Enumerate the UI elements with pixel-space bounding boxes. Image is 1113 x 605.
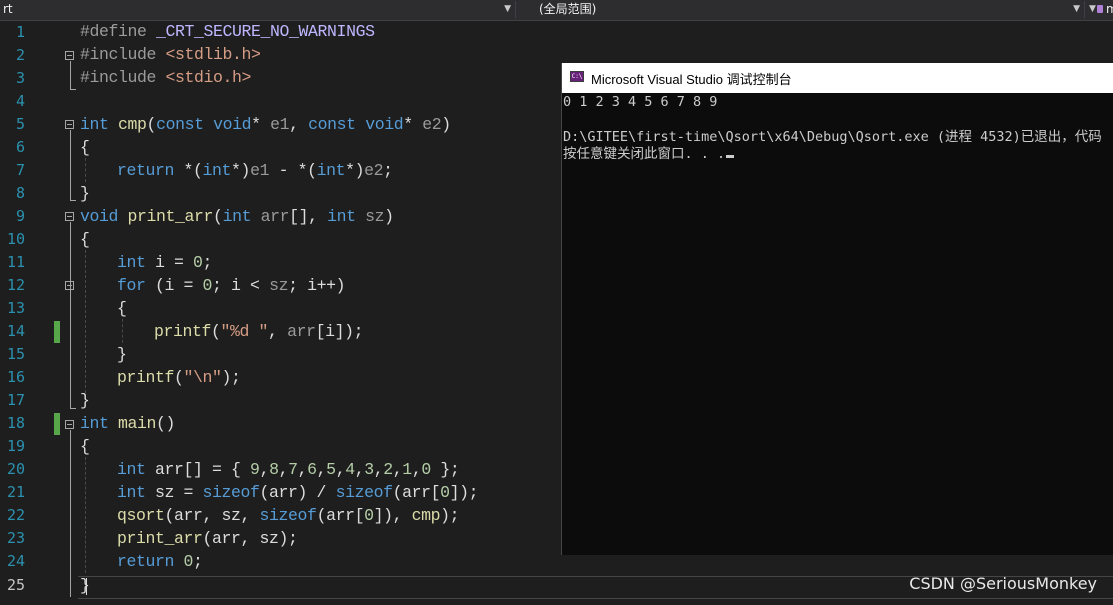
code-line: } (80, 391, 90, 410)
change-marker (54, 321, 60, 343)
member-icon (1097, 5, 1103, 13)
line-number: 24 (6, 552, 25, 570)
code-line: { (80, 230, 90, 249)
indent-guide (85, 158, 86, 182)
fold-toggle-cmp[interactable] (65, 120, 74, 129)
line-number: 19 (6, 437, 25, 455)
line-number: 15 (6, 345, 25, 363)
code-line: #define _CRT_SECURE_NO_WARNINGS (80, 22, 375, 41)
line-number: 13 (6, 299, 25, 317)
code-line: int sz = sizeof(arr) / sizeof(arr[0]); (117, 483, 479, 502)
line-number: 4 (15, 92, 25, 110)
code-line: printf("\n"); (117, 368, 241, 387)
line-number: 3 (15, 69, 25, 87)
line-number: 10 (6, 230, 25, 248)
code-line: qsort(arr, sz, sizeof(arr[0]), cmp); (117, 506, 460, 525)
navigation-bar: rt ▼ (全局范围) ▼ ▼ m (0, 0, 1113, 21)
change-marker (54, 413, 60, 435)
fold-toggle-print-arr[interactable] (65, 212, 74, 221)
code-line: int arr[] = { 9,8,7,6,5,4,3,2,1,0 }; (117, 460, 460, 479)
console-prompt-text: 按任意键关闭此窗口. . . (563, 146, 726, 162)
fold-guide (70, 130, 71, 201)
console-output-line: 按任意键关闭此窗口. . . (563, 142, 735, 162)
fold-guide-end (70, 408, 76, 409)
fold-guide-end (70, 200, 76, 201)
code-line: #include <stdio.h> (80, 68, 252, 87)
code-line: for (i = 0; i < sz; i++) (117, 276, 346, 295)
console-title: Microsoft Visual Studio 调试控制台 (591, 72, 792, 87)
code-line: void print_arr(int arr[], int sz) (80, 207, 394, 226)
debug-console-window[interactable]: C:\ Microsoft Visual Studio 调试控制台 0 1 2 … (561, 63, 1113, 555)
code-line: return *(int*)e1 - *(int*)e2; (117, 161, 393, 180)
line-number: 20 (6, 460, 25, 478)
code-line: #include <stdlib.h> (80, 45, 261, 64)
code-line: return 0; (117, 552, 203, 571)
fold-toggle-include[interactable] (65, 51, 74, 60)
line-number-current: 25 (6, 576, 25, 594)
code-line: } (80, 184, 90, 203)
fold-guide (70, 61, 71, 90)
console-titlebar[interactable]: C:\ Microsoft Visual Studio 调试控制台 (562, 63, 1113, 93)
chevron-down-icon: ▼ (1089, 4, 1096, 14)
code-line: printf("%d ", arr[i]); (154, 322, 364, 341)
code-line: { (117, 299, 127, 318)
chevron-down-icon: ▼ (504, 4, 511, 14)
indent-guide (122, 319, 123, 343)
line-number: 1 (15, 23, 25, 41)
line-number: 9 (15, 207, 25, 225)
watermark: CSDN @SeriousMonkey (909, 574, 1097, 593)
line-number: 14 (6, 322, 25, 340)
code-line: { (80, 437, 90, 456)
line-number: 6 (15, 138, 25, 156)
fold-guide (70, 430, 71, 597)
line-number: 21 (6, 483, 25, 501)
fold-guide (70, 222, 71, 409)
chevron-down-icon: ▼ (1073, 4, 1080, 14)
line-number: 2 (15, 46, 25, 64)
code-line: { (80, 138, 90, 157)
code-line: print_arr(arr, sz); (117, 529, 298, 548)
project-dropdown-value: rt (3, 2, 13, 16)
fold-guide-end (70, 89, 76, 90)
member-dropdown[interactable]: ▼ m (1086, 1, 1113, 18)
text-cursor (86, 578, 87, 595)
console-app-icon: C:\ (570, 71, 584, 82)
fold-toggle-for[interactable] (65, 281, 74, 290)
line-number: 18 (6, 414, 25, 432)
code-line: int i = 0; (117, 253, 213, 272)
line-number: 17 (6, 391, 25, 409)
fold-toggle-main[interactable] (65, 420, 74, 429)
code-line: int main() (80, 414, 176, 433)
line-number: 16 (6, 368, 25, 386)
code-line: } (117, 345, 127, 364)
project-dropdown[interactable]: rt ▼ (0, 1, 516, 18)
line-number: 11 (6, 253, 25, 271)
line-number: 7 (15, 161, 25, 179)
console-caret (726, 155, 735, 158)
line-number: 8 (15, 184, 25, 202)
scope-dropdown-value: (全局范围) (539, 2, 597, 16)
line-number: 22 (6, 506, 25, 524)
line-number: 5 (15, 115, 25, 133)
console-output-line: 0 1 2 3 4 5 6 7 8 9 (563, 94, 718, 110)
line-number: 12 (6, 276, 25, 294)
line-number: 23 (6, 529, 25, 547)
indent-guide (85, 457, 86, 573)
code-line: } (80, 576, 90, 595)
indent-guide (85, 250, 86, 398)
member-dropdown-value: m (1106, 2, 1113, 16)
scope-dropdown[interactable]: (全局范围) ▼ (533, 1, 1085, 18)
code-line: int cmp(const void* e1, const void* e2) (80, 115, 451, 134)
